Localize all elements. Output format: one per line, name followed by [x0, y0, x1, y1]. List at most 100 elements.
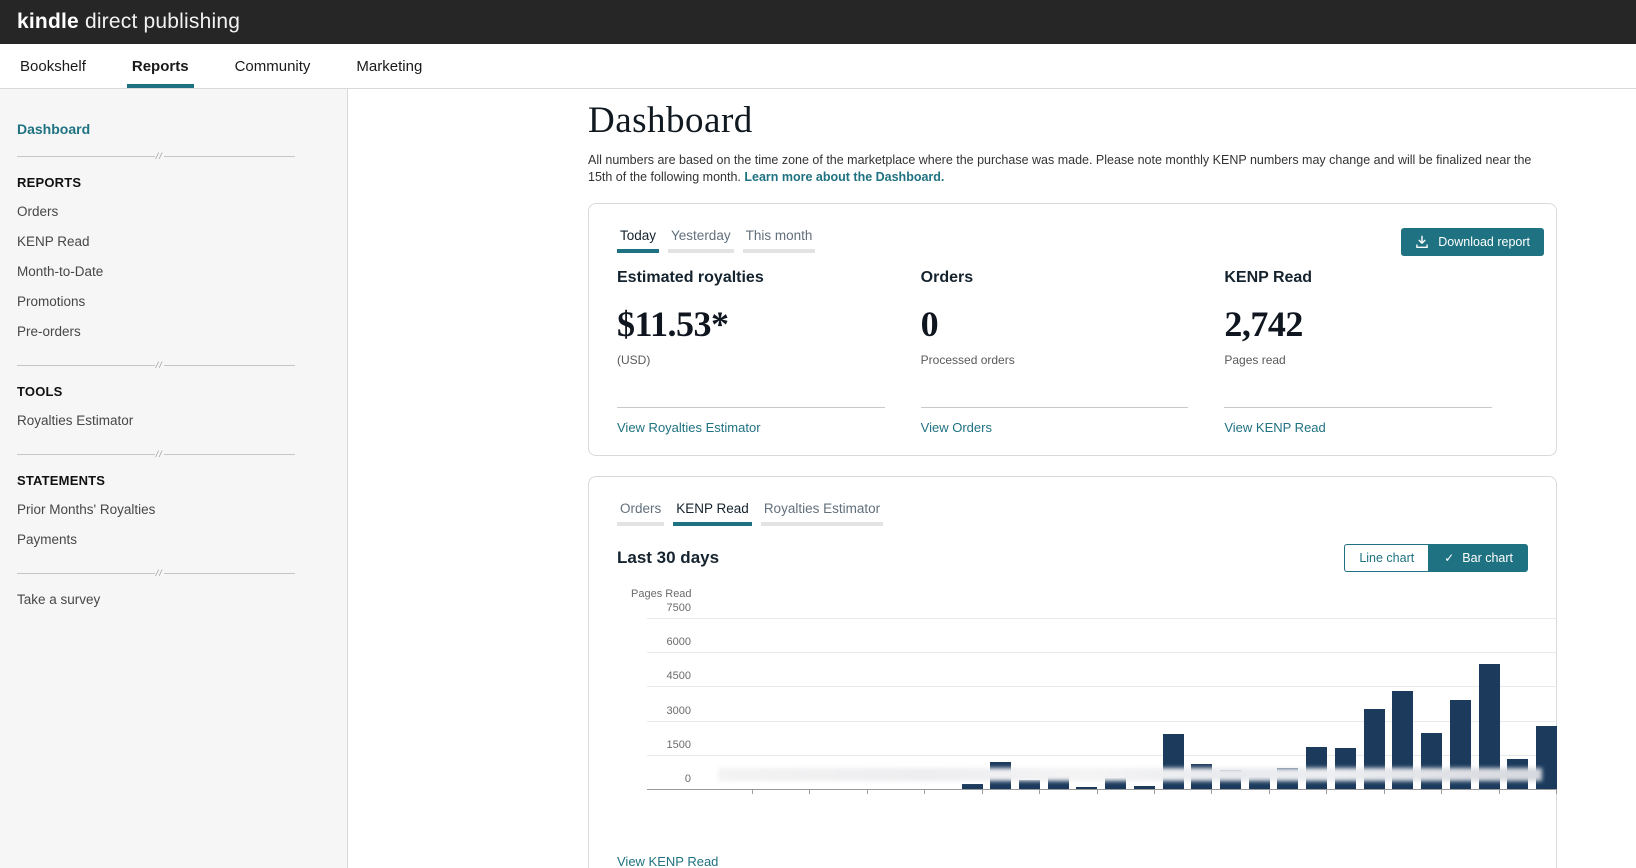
kpi-title: Estimated royalties [617, 269, 764, 286]
kpi-title: Orders [920, 269, 974, 286]
x-axis-tick [1499, 789, 1500, 794]
bar-day-12 [1019, 780, 1040, 789]
x-axis-tick [1039, 789, 1040, 794]
sidebar-section-tools: TOOLS [17, 384, 63, 399]
kdp-logo-direct-publishing: direct publishing [84, 10, 241, 33]
check-icon: ✓ [1444, 551, 1455, 565]
x-axis-tick [1384, 789, 1385, 794]
x-axis-tick [1326, 789, 1327, 794]
kdp-logo[interactable]: kindle direct publishing [17, 10, 240, 34]
y-tick-label: 3000 [666, 704, 691, 717]
sidebar-item-payments[interactable]: Payments [17, 524, 347, 554]
kpi-kenp-read: KENP Read 2,742 Pages read View KENP Rea… [1224, 269, 1528, 437]
chart-plot-area: 7500 6000 4500 3000 1500 0 [647, 602, 1557, 794]
app-header: kindle direct publishing [0, 0, 1636, 44]
kpi-divider [1224, 407, 1493, 408]
x-axis-tick [982, 789, 983, 794]
x-axis-tick [1269, 789, 1270, 794]
kdp-logo-kindle: kindle [17, 10, 79, 33]
bar-chart-button[interactable]: ✓ Bar chart [1429, 544, 1528, 572]
reports-sidebar: Dashboard // REPORTS Orders KENP Read Mo… [0, 89, 348, 868]
sidebar-item-dashboard[interactable]: Dashboard [17, 121, 347, 137]
kpi-value: 0 [920, 304, 939, 344]
x-axis-labels-blurred [718, 768, 1542, 781]
bar-chart-label: Bar chart [1462, 551, 1513, 565]
y-tick-label: 4500 [666, 670, 691, 683]
tab-today[interactable]: Today [617, 224, 660, 253]
sidebar-item-promotions[interactable]: Promotions [17, 286, 347, 316]
view-royalties-estimator-link[interactable]: View Royalties Estimator [617, 420, 761, 435]
kpi-row: Estimated royalties $11.53* (USD) View R… [617, 269, 1528, 437]
x-axis-tick [1556, 789, 1557, 794]
sidebar-item-kenp-read[interactable]: KENP Read [17, 226, 347, 256]
y-tick-label: 1500 [666, 738, 691, 751]
kpi-value: 2,742 [1224, 304, 1303, 344]
kpi-divider [920, 407, 1189, 408]
sidebar-item-prior-months-royalties[interactable]: Prior Months' Royalties [17, 494, 347, 524]
y-axis-label: Pages Read [631, 588, 692, 600]
kpi-estimated-royalties: Estimated royalties $11.53* (USD) View R… [617, 269, 921, 437]
main-content: Dashboard All numbers are based on the t… [348, 89, 1636, 868]
kpi-sublabel: (USD) [617, 353, 651, 367]
sidebar-item-month-to-date[interactable]: Month-to-Date [17, 256, 347, 286]
tab-this-month[interactable]: This month [742, 224, 816, 253]
view-orders-link[interactable]: View Orders [921, 420, 992, 435]
sidebar-section-reports: REPORTS [17, 175, 82, 190]
kpi-divider [617, 407, 885, 408]
x-axis-tick [1441, 789, 1442, 794]
x-axis-tick [1097, 789, 1098, 794]
gridline-6000 [647, 652, 1557, 654]
gridline-3000 [647, 720, 1557, 722]
tab-royalties-estimator[interactable]: Royalties Estimator [760, 497, 884, 526]
sidebar-item-take-a-survey[interactable]: Take a survey [17, 592, 347, 607]
bar-day-14 [1076, 787, 1097, 789]
nav-tab-marketing[interactable]: Marketing [353, 44, 425, 88]
page-title: Dashboard [588, 100, 753, 141]
chart-card: Orders KENP Read Royalties Estimator Las… [588, 476, 1557, 868]
sidebar-item-royalties-estimator[interactable]: Royalties Estimator [17, 405, 347, 435]
sidebar-item-pre-orders[interactable]: Pre-orders [17, 316, 347, 346]
chart-type-toggle: Line chart ✓ Bar chart [1344, 544, 1528, 572]
tab-orders[interactable]: Orders [617, 497, 665, 526]
gridline-7500 [647, 618, 1557, 619]
y-tick-label: 0 [684, 773, 691, 785]
sidebar-divider: // [17, 449, 295, 459]
sidebar-section-statements: STATEMENTS [17, 473, 106, 488]
x-axis-tick [809, 789, 810, 794]
x-axis-tick [924, 789, 925, 794]
tab-yesterday[interactable]: Yesterday [668, 224, 734, 253]
kpi-title: KENP Read [1224, 269, 1313, 286]
tab-kenp-read[interactable]: KENP Read [673, 497, 752, 526]
nav-tab-bookshelf[interactable]: Bookshelf [17, 44, 89, 88]
gridline-0 [647, 789, 1557, 790]
bar-day-16 [1134, 786, 1155, 789]
download-icon [1415, 235, 1429, 249]
x-axis-tick [867, 789, 868, 794]
x-axis-tick [1211, 789, 1212, 794]
view-kenp-read-chart-link[interactable]: View KENP Read [617, 854, 718, 868]
y-tick-label: 7500 [666, 602, 691, 614]
page-description: All numbers are based on the time zone o… [588, 152, 1536, 186]
x-axis-tick [752, 789, 753, 794]
learn-more-link[interactable]: Learn more about the Dashboard. [744, 170, 944, 184]
line-chart-button[interactable]: Line chart [1344, 544, 1430, 572]
view-kenp-read-link[interactable]: View KENP Read [1224, 420, 1325, 435]
kpi-value: $11.53* [617, 304, 729, 344]
sidebar-divider: // [17, 151, 295, 161]
download-report-button[interactable]: Download report [1401, 228, 1544, 256]
chart-tabs: Orders KENP Read Royalties Estimator [617, 497, 1528, 526]
gridline-4500 [647, 686, 1557, 688]
x-axis-tick [1154, 789, 1155, 794]
download-report-label: Download report [1438, 235, 1530, 249]
sidebar-item-orders[interactable]: Orders [17, 196, 347, 226]
sidebar-divider: // [17, 568, 295, 578]
page-description-text: All numbers are based on the time zone o… [588, 153, 1532, 184]
y-tick-label: 6000 [666, 636, 691, 649]
sidebar-divider: // [17, 360, 295, 370]
primary-nav: Bookshelf Reports Community Marketing [0, 44, 1636, 89]
kpi-sublabel: Pages read [1224, 353, 1286, 367]
kpi-sublabel: Processed orders [920, 353, 1015, 367]
nav-tab-reports[interactable]: Reports [126, 44, 194, 88]
bar-day-10 [962, 784, 983, 789]
nav-tab-community[interactable]: Community [232, 44, 314, 88]
